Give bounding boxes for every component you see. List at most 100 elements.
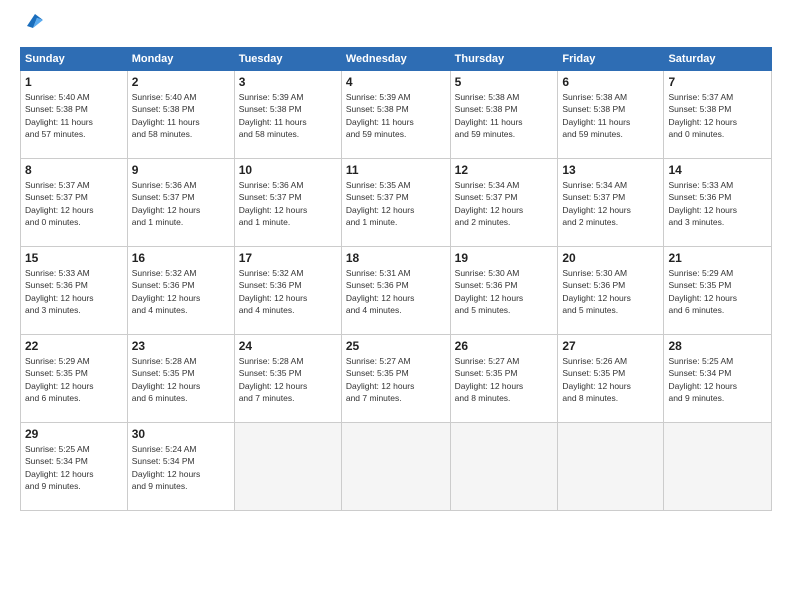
table-row: 17 Sunrise: 5:32 AM Sunset: 5:36 PM Dayli… [234, 247, 341, 335]
day-info: Sunrise: 5:40 AM Sunset: 5:38 PM Dayligh… [25, 91, 123, 140]
day-number: 29 [25, 427, 123, 441]
day-info: Sunrise: 5:38 AM Sunset: 5:38 PM Dayligh… [562, 91, 659, 140]
calendar-header-row: Sunday Monday Tuesday Wednesday Thursday… [21, 48, 772, 71]
table-row: 24 Sunrise: 5:28 AM Sunset: 5:35 PM Dayli… [234, 335, 341, 423]
day-number: 12 [455, 163, 554, 177]
day-number: 9 [132, 163, 230, 177]
day-number: 19 [455, 251, 554, 265]
table-row: 12 Sunrise: 5:34 AM Sunset: 5:37 PM Dayli… [450, 159, 558, 247]
day-info: Sunrise: 5:30 AM Sunset: 5:36 PM Dayligh… [455, 267, 554, 316]
table-row: 16 Sunrise: 5:32 AM Sunset: 5:36 PM Dayli… [127, 247, 234, 335]
day-number: 13 [562, 163, 659, 177]
logo-bird-icon [23, 10, 45, 37]
col-tuesday: Tuesday [234, 48, 341, 71]
table-row: 26 Sunrise: 5:27 AM Sunset: 5:35 PM Dayli… [450, 335, 558, 423]
calendar-week-row: 1 Sunrise: 5:40 AM Sunset: 5:38 PM Daylig… [21, 71, 772, 159]
table-row: 8 Sunrise: 5:37 AM Sunset: 5:37 PM Daylig… [21, 159, 128, 247]
day-number: 26 [455, 339, 554, 353]
table-row: 27 Sunrise: 5:26 AM Sunset: 5:35 PM Dayli… [558, 335, 664, 423]
table-row [558, 423, 664, 511]
col-sunday: Sunday [21, 48, 128, 71]
table-row: 1 Sunrise: 5:40 AM Sunset: 5:38 PM Daylig… [21, 71, 128, 159]
table-row: 21 Sunrise: 5:29 AM Sunset: 5:35 PM Dayli… [664, 247, 772, 335]
day-info: Sunrise: 5:30 AM Sunset: 5:36 PM Dayligh… [562, 267, 659, 316]
day-info: Sunrise: 5:34 AM Sunset: 5:37 PM Dayligh… [455, 179, 554, 228]
table-row: 25Sunrise: 5:27 AM Sunset: 5:35 PM Dayli… [341, 335, 450, 423]
table-row: 23 Sunrise: 5:28 AM Sunset: 5:35 PM Dayli… [127, 335, 234, 423]
day-number: 3 [239, 75, 337, 89]
col-friday: Friday [558, 48, 664, 71]
table-row: 9 Sunrise: 5:36 AM Sunset: 5:37 PM Daylig… [127, 159, 234, 247]
calendar-week-row: 29 Sunrise: 5:25 AM Sunset: 5:34 PM Dayli… [21, 423, 772, 511]
table-row: 10 Sunrise: 5:36 AM Sunset: 5:37 PM Dayli… [234, 159, 341, 247]
day-info: Sunrise: 5:25 AM Sunset: 5:34 PM Dayligh… [25, 443, 123, 492]
day-info: Sunrise: 5:36 AM Sunset: 5:37 PM Dayligh… [239, 179, 337, 228]
day-info: Sunrise: 5:27 AM Sunset: 5:35 PM Dayligh… [455, 355, 554, 404]
day-number: 11 [346, 163, 446, 177]
table-row: 4 Sunrise: 5:39 AM Sunset: 5:38 PM Daylig… [341, 71, 450, 159]
day-number: 20 [562, 251, 659, 265]
day-info: Sunrise: 5:38 AM Sunset: 5:38 PM Dayligh… [455, 91, 554, 140]
day-info: Sunrise: 5:31 AM Sunset: 5:36 PM Dayligh… [346, 267, 446, 316]
table-row: 20 Sunrise: 5:30 AM Sunset: 5:36 PM Dayli… [558, 247, 664, 335]
table-row: 18 Sunrise: 5:31 AM Sunset: 5:36 PM Dayli… [341, 247, 450, 335]
day-info: Sunrise: 5:33 AM Sunset: 5:36 PM Dayligh… [668, 179, 767, 228]
day-number: 7 [668, 75, 767, 89]
day-number: 2 [132, 75, 230, 89]
day-info: Sunrise: 5:36 AM Sunset: 5:37 PM Dayligh… [132, 179, 230, 228]
day-number: 21 [668, 251, 767, 265]
day-number: 14 [668, 163, 767, 177]
day-number: 10 [239, 163, 337, 177]
table-row [341, 423, 450, 511]
day-number: 24 [239, 339, 337, 353]
day-number: 28 [668, 339, 767, 353]
day-info: Sunrise: 5:29 AM Sunset: 5:35 PM Dayligh… [668, 267, 767, 316]
day-number: 4 [346, 75, 446, 89]
col-saturday: Saturday [664, 48, 772, 71]
day-info: Sunrise: 5:28 AM Sunset: 5:35 PM Dayligh… [239, 355, 337, 404]
day-info: Sunrise: 5:40 AM Sunset: 5:38 PM Dayligh… [132, 91, 230, 140]
day-info: Sunrise: 5:39 AM Sunset: 5:38 PM Dayligh… [346, 91, 446, 140]
table-row: 5 Sunrise: 5:38 AM Sunset: 5:38 PM Daylig… [450, 71, 558, 159]
day-number: 27 [562, 339, 659, 353]
day-info: Sunrise: 5:39 AM Sunset: 5:38 PM Dayligh… [239, 91, 337, 140]
day-number: 16 [132, 251, 230, 265]
day-number: 15 [25, 251, 123, 265]
day-info: Sunrise: 5:32 AM Sunset: 5:36 PM Dayligh… [239, 267, 337, 316]
day-info: Sunrise: 5:26 AM Sunset: 5:35 PM Dayligh… [562, 355, 659, 404]
day-info: Sunrise: 5:33 AM Sunset: 5:36 PM Dayligh… [25, 267, 123, 316]
table-row: 19 Sunrise: 5:30 AM Sunset: 5:36 PM Dayli… [450, 247, 558, 335]
table-row [234, 423, 341, 511]
table-row: 15 Sunrise: 5:33 AM Sunset: 5:36 PM Dayli… [21, 247, 128, 335]
day-info: Sunrise: 5:35 AM Sunset: 5:37 PM Dayligh… [346, 179, 446, 228]
day-info: Sunrise: 5:37 AM Sunset: 5:37 PM Dayligh… [25, 179, 123, 228]
table-row: 2 Sunrise: 5:40 AM Sunset: 5:38 PM Daylig… [127, 71, 234, 159]
table-row: 28Sunrise: 5:25 AM Sunset: 5:34 PM Dayli… [664, 335, 772, 423]
day-info: Sunrise: 5:29 AM Sunset: 5:35 PM Dayligh… [25, 355, 123, 404]
header [20, 18, 772, 37]
day-info: Sunrise: 5:28 AM Sunset: 5:35 PM Dayligh… [132, 355, 230, 404]
day-number: 23 [132, 339, 230, 353]
table-row: 3 Sunrise: 5:39 AM Sunset: 5:38 PM Daylig… [234, 71, 341, 159]
table-row [664, 423, 772, 511]
calendar-week-row: 15 Sunrise: 5:33 AM Sunset: 5:36 PM Dayli… [21, 247, 772, 335]
table-row [450, 423, 558, 511]
day-info: Sunrise: 5:32 AM Sunset: 5:36 PM Dayligh… [132, 267, 230, 316]
col-wednesday: Wednesday [341, 48, 450, 71]
col-thursday: Thursday [450, 48, 558, 71]
table-row: 6 Sunrise: 5:38 AM Sunset: 5:38 PM Daylig… [558, 71, 664, 159]
logo [20, 18, 45, 37]
col-monday: Monday [127, 48, 234, 71]
calendar-table: Sunday Monday Tuesday Wednesday Thursday… [20, 47, 772, 511]
day-number: 6 [562, 75, 659, 89]
day-number: 18 [346, 251, 446, 265]
calendar-week-row: 22Sunrise: 5:29 AM Sunset: 5:35 PM Dayli… [21, 335, 772, 423]
day-number: 17 [239, 251, 337, 265]
page: Sunday Monday Tuesday Wednesday Thursday… [0, 0, 792, 612]
day-info: Sunrise: 5:27 AM Sunset: 5:35 PM Dayligh… [346, 355, 446, 404]
table-row: 29 Sunrise: 5:25 AM Sunset: 5:34 PM Dayli… [21, 423, 128, 511]
day-number: 1 [25, 75, 123, 89]
day-number: 5 [455, 75, 554, 89]
day-number: 8 [25, 163, 123, 177]
day-info: Sunrise: 5:37 AM Sunset: 5:38 PM Dayligh… [668, 91, 767, 140]
